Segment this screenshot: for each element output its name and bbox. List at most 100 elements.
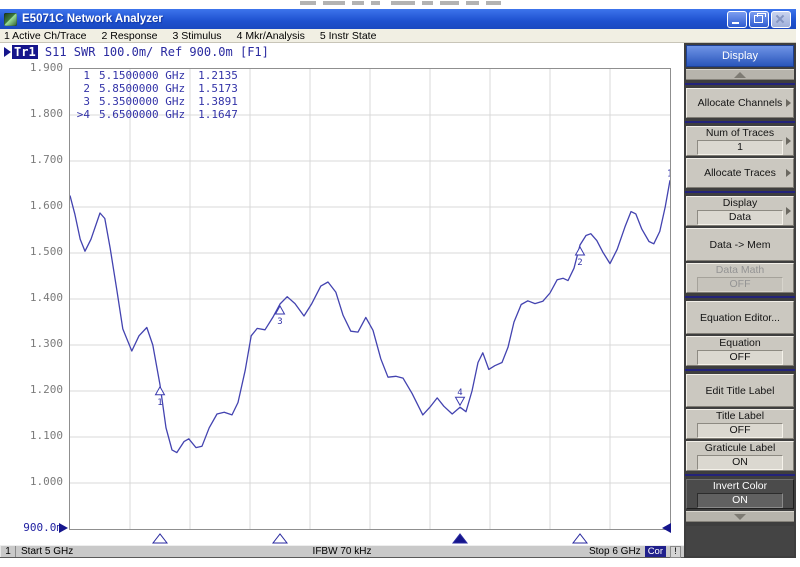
softkey-equation[interactable]: EquationOFF [686,336,794,366]
softkey-group-separator [685,121,795,123]
screen: E5071C Network Analyzer 1 Active Ch/Trac… [0,0,800,567]
y-axis-tick-label: 900.0m [17,521,63,534]
menu-active-ch-trace[interactable]: 1 Active Ch/Trace [4,30,86,42]
softkey-group-separator [685,369,795,371]
softkey-allocate-traces[interactable]: Allocate Traces [686,158,794,188]
softkey-num-of-traces[interactable]: Num of Traces1 [686,126,794,156]
marker-stimulus-indicator [273,534,287,543]
softkey-title-label[interactable]: Title LabelOFF [686,409,794,439]
scroll-down-icon [734,514,746,520]
cropped-text-artifact [300,1,560,7]
restore-button[interactable] [749,11,769,28]
softkey-label: Equation Editor... [693,312,787,324]
y-axis-tick-label: 1.700 [17,153,63,166]
softkey-invert-color[interactable]: Invert ColorON [686,479,794,509]
softkey-label: Display [693,197,787,209]
close-button[interactable] [771,11,791,28]
trace-number-label: 1 [667,168,670,179]
y-axis-tick-label: 1.500 [17,245,63,258]
softkey-label: Allocate Traces [693,167,787,179]
active-marker-stimulus-indicator [453,534,467,543]
window-title: E5071C Network Analyzer [22,13,163,25]
menu-instr-state[interactable]: 5 Instr State [320,30,377,42]
marker-num: >4 [73,108,90,121]
softkey-value: OFF [697,350,783,365]
channel-window: Tr1 S11 SWR 100.0m/ Ref 900.0m [F1] 1.90… [0,43,684,558]
app-icon [4,13,17,26]
marker-freq: 5.6500000 GHz [99,108,185,121]
softkey-display[interactable]: DisplayData [686,196,794,226]
active-marker-symbol [456,397,465,405]
softkey-scroll-up[interactable] [686,69,794,80]
trace-status-line: Tr1 S11 SWR 100.0m/ Ref 900.0m [F1] [4,44,269,59]
marker-stimulus-indicator [573,534,587,543]
softkey-label: Invert Color [693,480,787,492]
y-axis-tick-label: 1.300 [17,337,63,350]
swr-chart: 11234 [70,69,670,529]
marker-val: 1.1647 [198,108,238,121]
softkey-label: Graticule Label [693,442,787,454]
menu-mkr-analysis[interactable]: 4 Mkr/Analysis [237,30,305,42]
softkey-group-separator [685,474,795,476]
marker-freq: 5.1500000 GHz [99,69,185,82]
submenu-arrow-icon [786,99,791,107]
marker-freq: 5.8500000 GHz [99,82,185,95]
marker-number: 1 [157,398,162,408]
stop-frequency-readout: Stop 6 GHz [589,546,641,557]
softkey-label: Num of Traces [693,127,787,139]
softkey-equation-editor[interactable]: Equation Editor... [686,301,794,334]
softkey-scroll-down[interactable] [686,511,794,522]
y-axis-tick-label: 1.100 [17,429,63,442]
marker-readout-row: 1 5.1500000 GHz 1.2135 [73,69,238,82]
marker-stimulus-indicator [153,534,167,543]
softkey-edit-title-label[interactable]: Edit Title Label [686,374,794,407]
app-window: E5071C Network Analyzer 1 Active Ch/Trac… [0,9,796,558]
softkey-group-separator [685,296,795,298]
marker-num: 1 [73,69,90,82]
marker-freq: 5.3500000 GHz [99,95,185,108]
warning-indicator: ! [670,546,681,558]
status-bar: 1 IFBW 70 kHz Start 5 GHz Stop 6 GHz Cor… [0,545,684,558]
y-axis-tick-label: 1.400 [17,291,63,304]
reference-level-arrow-right-icon [662,523,671,533]
active-trace-arrow-icon [4,47,11,57]
softkey-label: Data Math [693,264,787,276]
softkey-value: 1 [697,140,783,155]
plot-area: 11234 [69,68,671,530]
y-axis-tick-label: 1.800 [17,107,63,120]
marker-readout-table: 1 5.1500000 GHz 1.2135 2 5.8500000 GHz 1.5173… [73,69,238,121]
correction-status-badge: Cor [645,546,666,557]
y-axis-tick-label: 1.600 [17,199,63,212]
softkey-value: ON [697,455,783,470]
softkey-label: Allocate Channels [693,97,787,109]
softkey-data-mem[interactable]: Data -> Mem [686,228,794,261]
marker-readout-row: >4 5.6500000 GHz 1.1647 [73,108,238,121]
menu-bar: 1 Active Ch/Trace 2 Response 3 Stimulus … [0,29,796,43]
marker-num: 2 [73,82,90,95]
softkey-group-separator [685,83,795,85]
y-axis-tick-label: 1.000 [17,475,63,488]
softkey-menu: Display Allocate Channels Num of Traces1 Al… [684,43,796,558]
softkey-data-math[interactable]: Data MathOFF [686,263,794,293]
ifbw-readout: IFBW 70 kHz [0,546,684,557]
restore-icon [754,15,763,23]
marker-symbol [576,247,585,255]
trace-format-text: S11 SWR 100.0m/ Ref 900.0m [F1] [38,45,269,59]
softkey-graticule-label[interactable]: Graticule LabelON [686,441,794,471]
marker-readout-row: 2 5.8500000 GHz 1.5173 [73,82,238,95]
softkey-menu-title[interactable]: Display [686,45,794,67]
minimize-button[interactable] [727,11,747,28]
softkey-label: Title Label [693,410,787,422]
softkey-label: Equation [693,337,787,349]
minimize-icon [732,22,739,24]
trace-name-chip[interactable]: Tr1 [12,45,38,59]
marker-position-strip [69,529,671,546]
softkey-value: ON [697,493,783,508]
y-axis-tick-label: 1.200 [17,383,63,396]
menu-stimulus[interactable]: 3 Stimulus [173,30,222,42]
softkey-label: Edit Title Label [693,385,787,397]
marker-val: 1.2135 [198,69,238,82]
menu-response[interactable]: 2 Response [101,30,157,42]
marker-val: 1.5173 [198,82,238,95]
softkey-allocate-channels[interactable]: Allocate Channels [686,88,794,118]
